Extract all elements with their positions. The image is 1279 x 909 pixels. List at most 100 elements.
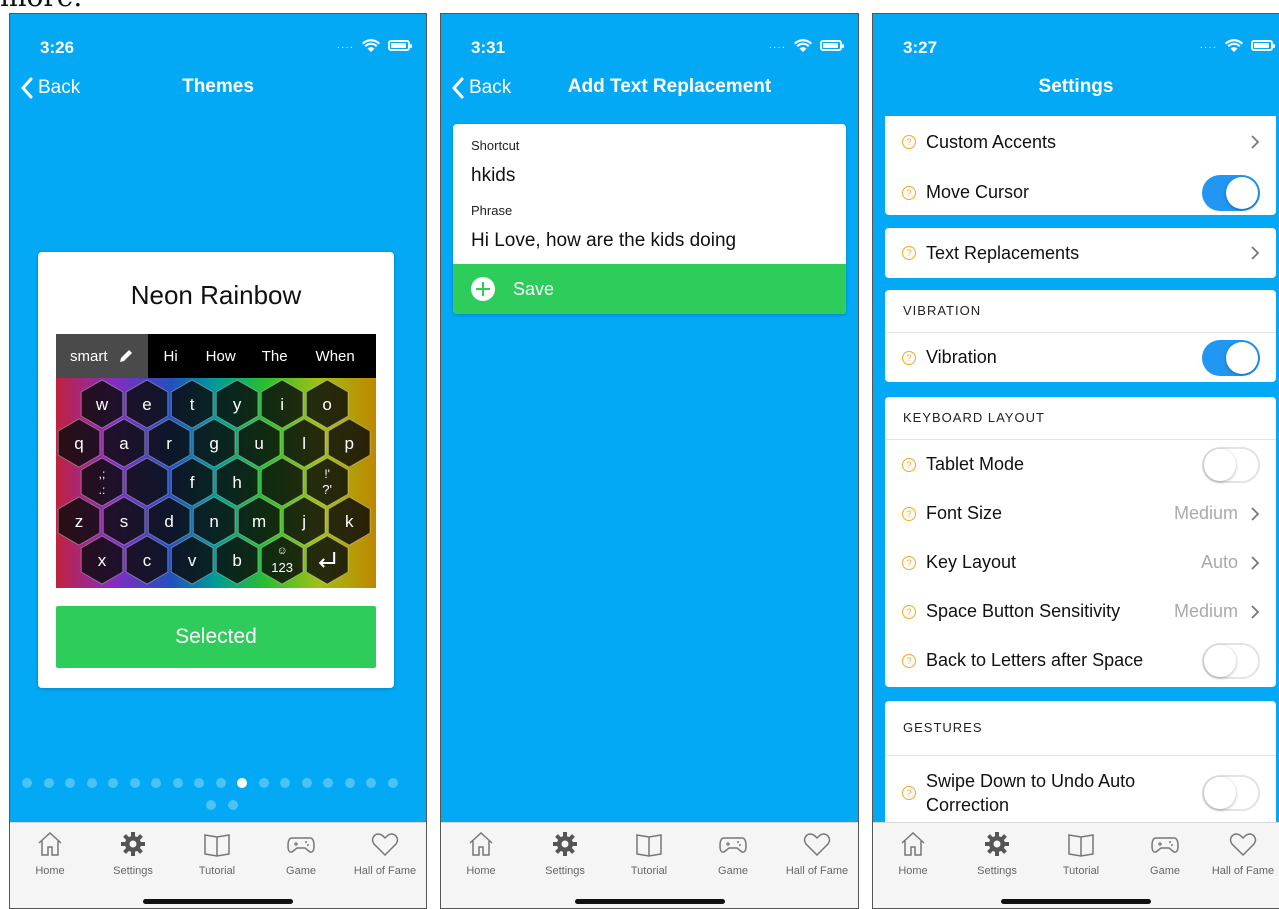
page-dot[interactable] xyxy=(387,778,398,788)
key-t[interactable]: t xyxy=(190,395,195,414)
page-dot[interactable] xyxy=(301,778,312,788)
key-k[interactable]: k xyxy=(345,512,354,531)
key-e[interactable]: e xyxy=(142,395,151,414)
suggestion-3[interactable]: The xyxy=(236,348,288,365)
key-a[interactable]: a xyxy=(119,434,129,453)
phrase-input[interactable]: Hi Love, how are the kids doing xyxy=(453,218,846,264)
vibration-toggle[interactable] xyxy=(1202,339,1260,376)
tab-home[interactable]: Home xyxy=(10,829,90,877)
shortcut-input[interactable]: hkids xyxy=(453,153,846,199)
page-dot[interactable] xyxy=(172,778,183,788)
key-punct-right-bottom[interactable]: ?' xyxy=(322,482,332,497)
help-icon[interactable]: ? xyxy=(902,185,916,200)
page-dot[interactable] xyxy=(151,778,161,788)
home-icon xyxy=(38,831,62,856)
page-dot[interactable] xyxy=(366,778,376,788)
page-dot[interactable] xyxy=(206,800,216,810)
key-p[interactable]: p xyxy=(344,434,353,453)
swipe-down-undo-toggle[interactable] xyxy=(1202,775,1260,811)
save-button[interactable]: Save xyxy=(453,264,846,314)
key-l[interactable]: l xyxy=(302,434,306,453)
suggestion-bar: smart Hi How The When xyxy=(56,334,376,378)
key-q[interactable]: q xyxy=(74,434,83,453)
selected-button[interactable]: Selected xyxy=(56,606,376,668)
key-y[interactable]: y xyxy=(233,395,242,414)
page-dot[interactable] xyxy=(22,778,32,788)
key-c[interactable]: c xyxy=(143,551,152,570)
key-punct-right-top[interactable]: !' xyxy=(324,467,330,481)
tab-game[interactable]: Game xyxy=(1125,829,1205,877)
key-r[interactable]: r xyxy=(166,434,172,453)
tab-tutorial[interactable]: Tutorial xyxy=(1041,829,1121,877)
key-punct-left-bottom[interactable]: .: xyxy=(99,483,106,497)
smart-button[interactable]: smart xyxy=(56,334,148,378)
help-icon[interactable]: ? xyxy=(902,786,916,800)
key-u[interactable]: u xyxy=(254,434,263,453)
tab-hall-of-fame[interactable]: Hall of Fame xyxy=(777,829,857,877)
key-m[interactable]: m xyxy=(252,512,266,531)
text-replacements-row[interactable]: ? Text Replacements xyxy=(885,228,1276,278)
help-icon[interactable]: ? xyxy=(902,457,916,472)
move-cursor-toggle[interactable] xyxy=(1202,174,1260,211)
key-layout-row[interactable]: ? Key Layout Auto xyxy=(885,538,1276,587)
tab-tutorial[interactable]: Tutorial xyxy=(609,829,689,877)
key-w[interactable]: w xyxy=(95,395,109,414)
tab-home[interactable]: Home xyxy=(441,829,521,877)
page-dot[interactable] xyxy=(215,778,226,788)
page-dot[interactable] xyxy=(237,778,247,788)
tab-hall-of-fame[interactable]: Hall of Fame xyxy=(345,829,425,877)
back-to-letters-toggle[interactable] xyxy=(1202,642,1260,679)
help-icon[interactable]: ? xyxy=(902,506,916,521)
key-emoji[interactable]: ☺ xyxy=(277,545,288,557)
key-o[interactable]: o xyxy=(322,395,331,414)
tab-home[interactable]: Home xyxy=(873,829,953,877)
custom-accents-row[interactable]: ? Custom Accents xyxy=(885,116,1276,168)
status-icons: ···· xyxy=(1200,38,1275,53)
key-z[interactable]: z xyxy=(75,512,84,531)
tab-settings[interactable]: Settings xyxy=(957,829,1037,877)
page-dot[interactable] xyxy=(108,778,118,788)
page-dot[interactable] xyxy=(323,778,333,788)
key-b[interactable]: b xyxy=(232,551,241,570)
key-h[interactable]: h xyxy=(232,473,241,492)
tablet-mode-toggle[interactable] xyxy=(1202,446,1260,483)
key-punct-left-top[interactable]: ,; xyxy=(99,467,106,481)
key-d[interactable]: d xyxy=(164,512,173,531)
key-x[interactable]: x xyxy=(98,551,107,570)
key-j[interactable]: j xyxy=(301,512,306,531)
suggestion-2[interactable]: How xyxy=(178,348,236,365)
help-icon[interactable]: ? xyxy=(902,555,916,570)
help-icon[interactable]: ? xyxy=(902,604,916,619)
page-dot[interactable] xyxy=(280,778,290,788)
key-123[interactable]: 123 xyxy=(271,560,293,575)
chevron-left-icon xyxy=(451,77,464,99)
tab-game[interactable]: Game xyxy=(261,829,341,877)
page-dot[interactable] xyxy=(227,800,238,810)
suggestion-4[interactable]: When xyxy=(288,348,355,365)
suggestion-1[interactable]: Hi xyxy=(148,348,178,365)
page-dot[interactable] xyxy=(129,778,140,788)
help-icon[interactable]: ? xyxy=(902,135,916,149)
key-s[interactable]: s xyxy=(120,512,129,531)
key-f[interactable]: f xyxy=(190,473,195,492)
tab-settings[interactable]: Settings xyxy=(93,829,173,877)
page-dot[interactable] xyxy=(344,778,355,788)
key-n[interactable]: n xyxy=(209,512,218,531)
font-size-row[interactable]: ? Font Size Medium xyxy=(885,489,1276,538)
page-dot[interactable] xyxy=(86,778,97,788)
tab-game[interactable]: Game xyxy=(693,829,773,877)
tab-hall-of-fame[interactable]: Hall of Fame xyxy=(1203,829,1279,877)
key-g[interactable]: g xyxy=(209,434,218,453)
page-dot[interactable] xyxy=(258,778,269,788)
help-icon[interactable]: ? xyxy=(902,246,916,260)
key-i[interactable]: i xyxy=(280,395,284,414)
page-dot[interactable] xyxy=(65,778,75,788)
page-dot[interactable] xyxy=(194,778,204,788)
tab-tutorial[interactable]: Tutorial xyxy=(177,829,257,877)
help-icon[interactable]: ? xyxy=(902,653,916,668)
help-icon[interactable]: ? xyxy=(902,350,916,365)
space-sensitivity-row[interactable]: ? Space Button Sensitivity Medium xyxy=(885,587,1276,636)
key-v[interactable]: v xyxy=(188,551,197,570)
tab-settings[interactable]: Settings xyxy=(525,829,605,877)
page-dot[interactable] xyxy=(43,778,54,788)
